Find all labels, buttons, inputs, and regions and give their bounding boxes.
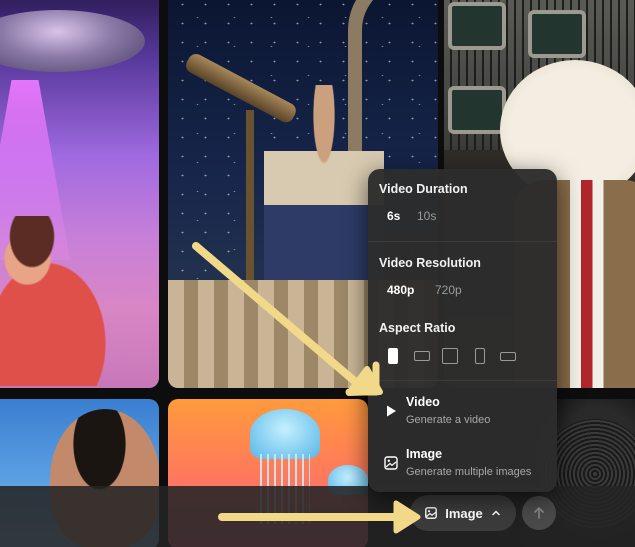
app-screen: Image Video Duration 6s 10s Video Resolu… <box>0 0 635 547</box>
section-divider <box>368 241 557 242</box>
chevron-up-icon <box>492 510 500 516</box>
gallery-tile-ufo[interactable] <box>0 0 159 388</box>
monitor-screen <box>448 86 506 134</box>
mode-option-image-title: Image <box>406 447 443 461</box>
play-icon <box>387 405 396 417</box>
aspect-ratio-square[interactable] <box>442 348 458 364</box>
mode-selector-label: Image <box>445 505 483 521</box>
mode-selector-button[interactable]: Image <box>410 495 516 531</box>
mode-option-image-subtitle: Generate multiple images <box>406 466 532 478</box>
resolution-option-480p[interactable]: 480p <box>387 283 414 297</box>
aspect-ratio-landscape[interactable] <box>414 351 430 361</box>
arrow-up-icon <box>534 507 544 519</box>
mode-option-video-subtitle: Generate a video <box>406 414 491 426</box>
aspect-ratio-title: Aspect Ratio <box>379 321 456 335</box>
section-divider <box>368 380 557 381</box>
aspect-ratio-portrait[interactable] <box>388 348 398 364</box>
monitor-screen <box>528 10 586 58</box>
monitor-screen <box>448 2 506 50</box>
mode-option-video-title: Video <box>406 395 440 409</box>
aspect-ratio-tall[interactable] <box>475 348 485 364</box>
video-duration-title: Video Duration <box>379 182 468 196</box>
video-resolution-title: Video Resolution <box>379 256 481 270</box>
send-button[interactable] <box>522 496 556 530</box>
ufo-shape <box>0 10 145 72</box>
aspect-ratio-wide[interactable] <box>500 352 516 361</box>
image-icon <box>425 507 438 519</box>
image-icon <box>384 456 398 470</box>
mode-option-video[interactable]: Video Generate a video <box>368 387 557 431</box>
duration-option-6s[interactable]: 6s <box>387 209 400 223</box>
duration-option-10s[interactable]: 10s <box>417 209 436 223</box>
child-figure <box>0 216 140 386</box>
jellyfish-shape <box>250 409 320 459</box>
mode-option-image[interactable]: Image Generate multiple images <box>368 439 557 483</box>
generation-settings-panel: Video Duration 6s 10s Video Resolution 4… <box>368 169 557 492</box>
resolution-option-720p[interactable]: 720p <box>435 283 462 297</box>
